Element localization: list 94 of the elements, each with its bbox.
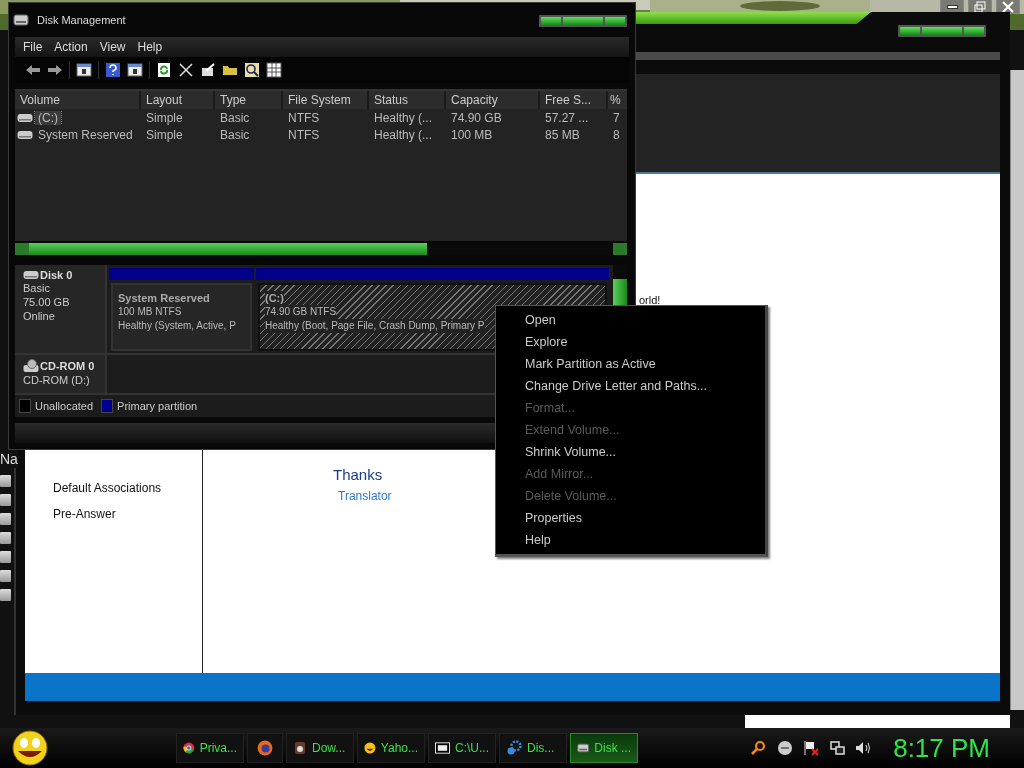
- disk-info: Online: [23, 309, 56, 323]
- menu-item[interactable]: Change Drive Letter and Paths...: [496, 375, 765, 397]
- forward-arrow-icon[interactable]: [47, 62, 63, 78]
- menu-item[interactable]: Mark Partition as Active: [496, 353, 765, 375]
- table-cell-text: 7: [612, 110, 621, 125]
- table-cell-text: NTFS: [287, 127, 321, 142]
- disk-drive-icon: [577, 740, 590, 756]
- flag-icon[interactable]: [803, 740, 820, 756]
- column-header[interactable]: Status: [369, 91, 446, 109]
- partition-name: System Reserved: [118, 291, 211, 305]
- table-cell-text: 57.27 ...: [544, 110, 590, 125]
- table-cell-text: Basic: [219, 127, 251, 142]
- desktop-label: Na: [0, 450, 18, 468]
- restore-icon: [974, 0, 986, 13]
- close-icon: [1002, 0, 1014, 13]
- properties-icon[interactable]: [200, 62, 216, 78]
- table-cell[interactable]: System Reserved: [35, 127, 136, 142]
- refresh-icon[interactable]: [156, 62, 172, 78]
- scroll-bar[interactable]: [1010, 70, 1024, 710]
- back-arrow-icon[interactable]: [25, 62, 41, 78]
- column-header[interactable]: Capacity: [446, 91, 540, 109]
- table-cell-text: 85 MB: [544, 127, 581, 142]
- menu-item[interactable]: Action: [50, 40, 96, 54]
- window-buttons[interactable]: [898, 25, 986, 37]
- table-cell-text: Healthy (...: [373, 127, 434, 142]
- clock[interactable]: 8:17 PM: [893, 732, 990, 764]
- table-cell-text: 8: [612, 127, 621, 142]
- table-cell[interactable]: (C:): [35, 110, 61, 125]
- drive-icon: [17, 112, 33, 123]
- browser-icon: [257, 740, 273, 756]
- gear-icon: [506, 740, 522, 756]
- partition-status: Healthy (Boot, Page File, Crash Dump, Primary P: [265, 319, 485, 333]
- speaker-icon[interactable]: [855, 740, 872, 756]
- menu-item[interactable]: Shrink Volume...: [496, 441, 765, 463]
- taskbar-button[interactable]: [247, 733, 283, 763]
- taskbar-button[interactable]: Dow...: [286, 733, 354, 763]
- menu-item[interactable]: Help: [133, 40, 171, 54]
- app-icon: [293, 741, 307, 755]
- disk-info: CD-ROM (D:): [23, 373, 91, 387]
- drive-icon: [23, 270, 39, 280]
- disk-info: 75.00 GB: [23, 295, 71, 309]
- table-cell-text: Simple: [145, 110, 184, 125]
- window-title: Disk Management: [37, 14, 127, 26]
- sidebar-item[interactable]: Default Associations: [53, 481, 202, 495]
- grid-icon[interactable]: [266, 62, 282, 78]
- disk-info: Basic: [23, 281, 51, 295]
- taskbar-button[interactable]: C:\U...: [428, 733, 496, 763]
- table-cell-text: 100 MB: [450, 127, 494, 142]
- disk-drive-icon: [13, 12, 29, 28]
- column-header[interactable]: File System: [283, 91, 369, 109]
- partition-size: 74.90 GB NTFS: [265, 305, 337, 319]
- disk-name: Disk 0: [40, 269, 73, 281]
- cd-drive-icon: [23, 359, 39, 373]
- translator-link[interactable]: Translator: [338, 489, 392, 503]
- search-icon[interactable]: [244, 62, 260, 78]
- heading: Thanks: [333, 466, 383, 484]
- menu-item[interactable]: File: [19, 40, 51, 54]
- menu-item[interactable]: View: [95, 40, 134, 54]
- table-cell-text: 74.90 GB: [450, 110, 503, 125]
- column-header[interactable]: Layout: [141, 91, 215, 109]
- column-header[interactable]: %: [608, 91, 624, 109]
- partition-size: 100 MB NTFS: [118, 305, 183, 319]
- partition-status: Healthy (System, Active, P: [118, 319, 237, 333]
- legend-label: Unallocated: [35, 400, 94, 412]
- menu-item[interactable]: Help: [496, 529, 765, 551]
- table-cell-text: Basic: [219, 110, 251, 125]
- menu-item[interactable]: Properties: [496, 507, 765, 529]
- drive-icon: [17, 129, 33, 140]
- archive-icon: [435, 742, 450, 754]
- help-icon[interactable]: [105, 62, 121, 78]
- table-cell-text: Healthy (...: [373, 110, 434, 125]
- panel-icon[interactable]: [76, 62, 92, 78]
- partition-name: (C:): [265, 291, 284, 305]
- taskbar-button[interactable]: Dis...: [499, 733, 567, 763]
- network-icon[interactable]: [829, 740, 846, 756]
- panel-icon[interactable]: [127, 62, 143, 78]
- taskbar-button[interactable]: Disk ...: [570, 733, 638, 763]
- delete-icon[interactable]: [178, 62, 194, 78]
- table-cell-text: Simple: [145, 127, 184, 142]
- body-text: orld!: [639, 294, 661, 306]
- column-header[interactable]: Type: [215, 91, 283, 109]
- column-header[interactable]: Volume: [15, 91, 141, 109]
- minimize-icon: [946, 4, 958, 9]
- sidebar-item[interactable]: Pre-Answer: [53, 507, 202, 521]
- taskbar-button[interactable]: Priva...: [176, 733, 244, 763]
- horizontal-scrollbar[interactable]: [15, 243, 627, 255]
- browser-icon: [183, 741, 195, 755]
- window-buttons[interactable]: [539, 15, 627, 27]
- table-cell-text: NTFS: [287, 110, 321, 125]
- search-icon[interactable]: [751, 740, 768, 756]
- legend-label: Primary partition: [117, 400, 198, 412]
- taskbar-button[interactable]: Yaho...: [357, 733, 425, 763]
- column-header[interactable]: Free S...: [540, 91, 608, 109]
- disk-name: CD-ROM 0: [40, 360, 95, 372]
